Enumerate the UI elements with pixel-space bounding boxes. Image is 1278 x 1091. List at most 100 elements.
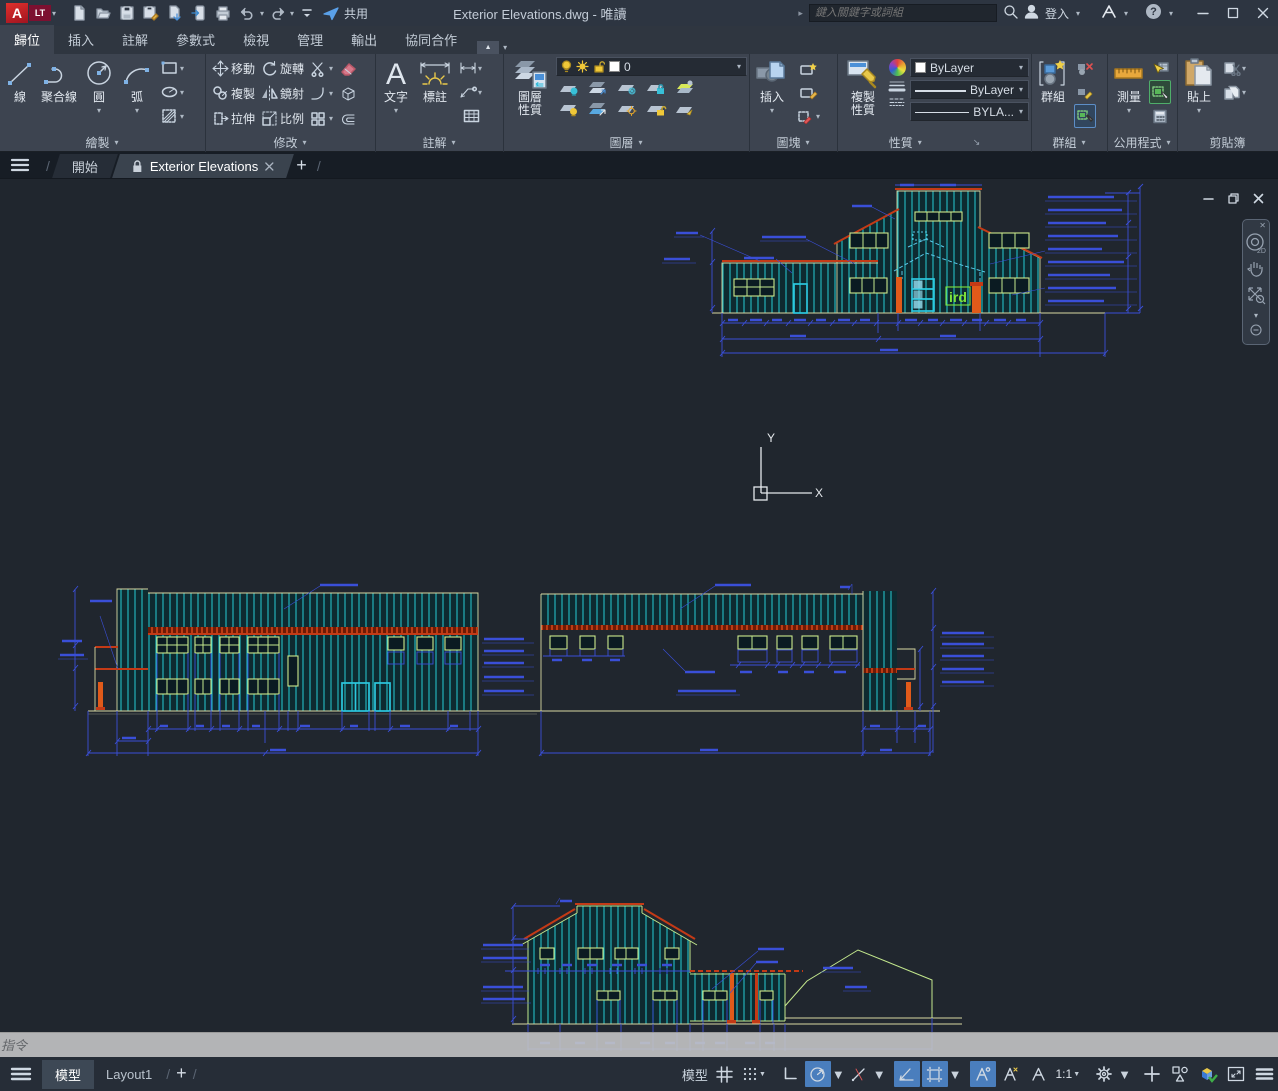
plot-button[interactable] (211, 2, 235, 24)
user-icon[interactable] (1024, 4, 1039, 22)
group-button[interactable]: 群組 (1034, 56, 1072, 105)
group-selection-toggle[interactable] (1074, 104, 1096, 128)
model-space-toggle[interactable]: 模型 (680, 1061, 710, 1087)
arc-button[interactable]: 弧 ▾ (118, 56, 156, 118)
hatch-button[interactable]: ▾ (160, 104, 186, 128)
leader-button[interactable]: ▾ (458, 80, 484, 104)
layer-properties-button[interactable]: 圖層 性質 (506, 56, 554, 118)
annotation-scale-value[interactable]: 1:1▼ (1054, 1061, 1083, 1087)
annotation-scale-icon[interactable] (1026, 1061, 1052, 1087)
ribbon-tab-6[interactable]: 輸出 (337, 25, 391, 54)
annotation-autoscale-toggle[interactable] (998, 1061, 1024, 1087)
snap-dropdown-icon[interactable]: ▼ (759, 1071, 766, 1078)
linetype-combo[interactable]: BYLA...▾ (910, 102, 1029, 121)
panel-layers-label[interactable]: 圖層▾ (504, 133, 749, 152)
graphics-performance-icon[interactable] (1195, 1061, 1221, 1087)
object-snap-toggle[interactable] (922, 1061, 948, 1087)
isodraft-dropdown-icon[interactable]: ▼ (873, 1067, 886, 1082)
crosshair-plus-icon[interactable] (1139, 1061, 1165, 1087)
annotation-scale-dropdown-icon[interactable]: ▼ (1073, 1071, 1080, 1078)
new-layout-button[interactable]: + (176, 1063, 187, 1084)
erase-button[interactable] (340, 56, 357, 81)
qat-customize-button[interactable] (295, 2, 319, 24)
line-button[interactable]: 線 (2, 56, 38, 105)
insert-dropdown-icon[interactable]: ▾ (770, 104, 774, 117)
save-button[interactable] (115, 2, 139, 24)
layer-prev-tool-icon[interactable] (616, 100, 638, 117)
viewport-restore-icon[interactable] (1228, 191, 1239, 209)
measure-dropdown-icon[interactable]: ▾ (1127, 104, 1131, 117)
snap-toggle[interactable]: ▼ (740, 1061, 768, 1087)
trim-dropdown-icon[interactable]: ▾ (329, 64, 333, 73)
cut-dropdown-icon[interactable]: ▾ (1242, 64, 1246, 73)
ungroup-button[interactable] (1074, 56, 1096, 80)
panel-draw-label[interactable]: 繪製▾ (0, 133, 205, 152)
quick-calculator-button[interactable] (1149, 104, 1171, 128)
undo-button[interactable] (235, 2, 259, 24)
ribbon-tab-2[interactable]: 註解 (108, 25, 162, 54)
dimension-button[interactable]: 標註 (414, 56, 456, 105)
array-button[interactable]: ▾ (310, 106, 334, 131)
infocenter-expand-icon[interactable]: ▸ (798, 8, 803, 19)
file-tab-menu-icon[interactable] (0, 152, 40, 178)
command-line[interactable]: 指令 (0, 1032, 1278, 1058)
ribbon-tab-3[interactable]: 參數式 (162, 25, 229, 54)
autodesk-logo-icon[interactable] (1101, 4, 1117, 22)
object-color-combo[interactable]: ByLayer▾ (910, 58, 1029, 77)
save-as-button[interactable] (139, 2, 163, 24)
trim-button[interactable]: ▾ (310, 56, 334, 81)
linear-dimension-dropdown-icon[interactable]: ▾ (478, 64, 482, 73)
navbar-collapse-icon[interactable] (1250, 322, 1262, 338)
array-dropdown-icon[interactable]: ▾ (329, 114, 333, 123)
clean-screen-icon[interactable] (1223, 1061, 1249, 1087)
lineweight-combo-dropdown-icon[interactable]: ▾ (1019, 85, 1023, 94)
ribbon-collapse-button[interactable]: ▲ ▾ (477, 41, 508, 54)
layer-isolate-tool-icon[interactable] (587, 79, 609, 96)
isolate-objects-icon[interactable] (1167, 1061, 1193, 1087)
group-edit-button[interactable] (1074, 80, 1096, 104)
tab-layout1[interactable]: Layout1 (94, 1062, 164, 1087)
panel-properties-label[interactable]: 性質▾↘ (838, 133, 1031, 152)
undo-dropdown-icon[interactable]: ▾ (260, 9, 264, 18)
search-input[interactable] (809, 4, 997, 22)
layer-unlock-tool-icon[interactable] (645, 100, 667, 117)
fillet-dropdown-icon[interactable]: ▾ (329, 89, 333, 98)
ortho-toggle[interactable] (777, 1061, 803, 1087)
insert-block-button[interactable]: 插入 ▾ (752, 56, 792, 118)
quick-select-button[interactable] (1149, 56, 1171, 80)
explode-button[interactable] (340, 81, 357, 106)
app-menu-button[interactable]: A LT ▾ (6, 3, 57, 23)
panel-utilities-label[interactable]: 公用程式▾ (1108, 133, 1177, 152)
copy-clip-button[interactable]: ▾ (1222, 80, 1248, 104)
layer-combo[interactable]: 0 ▾ (556, 57, 747, 76)
copy-button[interactable]: 複製 (212, 81, 255, 106)
pan-hand-icon[interactable] (1246, 256, 1266, 282)
layer-lock-tool-icon[interactable] (645, 79, 667, 96)
text-dropdown-icon[interactable]: ▾ (394, 104, 398, 117)
panel-block-label[interactable]: 圖塊▾ (750, 133, 837, 152)
minimize-button[interactable] (1188, 1, 1218, 25)
cut-button[interactable]: ▾ (1222, 56, 1248, 80)
text-button[interactable]: A 文字 ▾ (378, 56, 414, 118)
ellipse-dropdown-icon[interactable]: ▾ (180, 88, 184, 97)
copy-clip-dropdown-icon[interactable]: ▾ (1242, 88, 1246, 97)
signin-label[interactable]: 登入 (1045, 5, 1069, 22)
workspace-dropdown-icon[interactable]: ▼ (1118, 1067, 1131, 1082)
redo-button[interactable] (265, 2, 289, 24)
layer-match-tool-icon[interactable] (587, 100, 609, 117)
new-drawing-tab-button[interactable]: + (296, 155, 307, 176)
color-combo-dropdown-icon[interactable]: ▾ (1019, 63, 1023, 72)
polar-tracking-toggle[interactable] (805, 1061, 831, 1087)
edit-attributes-button[interactable] (795, 80, 822, 104)
hatch-dropdown-icon[interactable]: ▾ (180, 112, 184, 121)
panel-groups-label[interactable]: 群組▾ (1032, 133, 1107, 152)
ribbon-tab-7[interactable]: 協同合作 (391, 25, 471, 54)
viewport-close-icon[interactable] (1253, 191, 1264, 209)
panel-annotation-label[interactable]: 註解▾ (376, 133, 503, 152)
tab-model[interactable]: 模型 (42, 1060, 94, 1089)
lineweight-combo[interactable]: ByLayer▾ (910, 80, 1029, 99)
fillet-button[interactable]: ▾ (310, 81, 334, 106)
tab-exterior-elevations[interactable]: Exterior Elevations (112, 154, 294, 178)
polyline-button[interactable]: 聚合線 (38, 56, 80, 105)
lineweight-icon[interactable] (888, 80, 906, 93)
